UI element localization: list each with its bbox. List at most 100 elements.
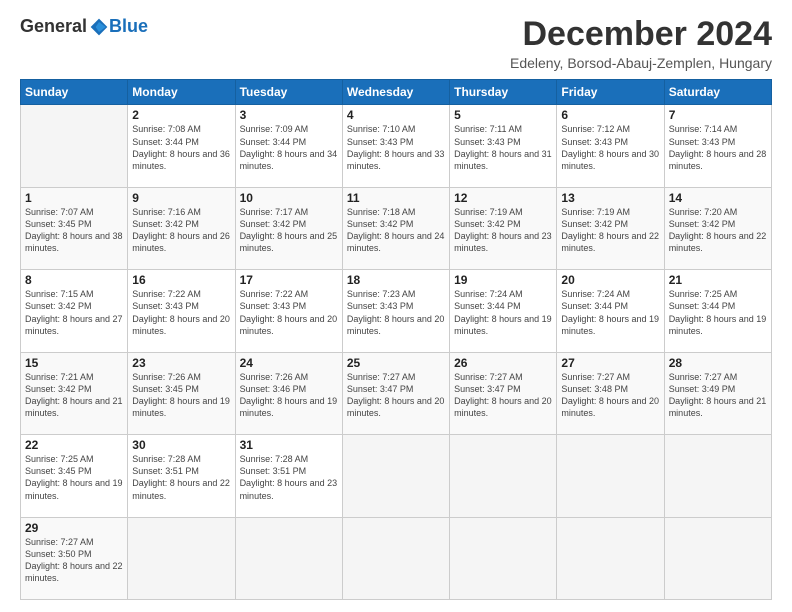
day-number: 20 <box>561 273 659 287</box>
day-info: Sunrise: 7:22 AMSunset: 3:43 PMDaylight:… <box>240 289 338 335</box>
table-row: 22 Sunrise: 7:25 AMSunset: 3:45 PMDaylig… <box>21 435 128 517</box>
day-info: Sunrise: 7:28 AMSunset: 3:51 PMDaylight:… <box>132 454 230 500</box>
day-info: Sunrise: 7:24 AMSunset: 3:44 PMDaylight:… <box>454 289 552 335</box>
table-row <box>557 517 664 600</box>
day-info: Sunrise: 7:15 AMSunset: 3:42 PMDaylight:… <box>25 289 123 335</box>
day-info: Sunrise: 7:27 AMSunset: 3:47 PMDaylight:… <box>454 372 552 418</box>
day-number: 10 <box>240 191 338 205</box>
table-row <box>21 105 128 187</box>
logo-general: General <box>20 16 87 37</box>
table-row: 1 Sunrise: 7:07 AMSunset: 3:45 PMDayligh… <box>21 187 128 269</box>
day-number: 8 <box>25 273 123 287</box>
table-row: 30 Sunrise: 7:28 AMSunset: 3:51 PMDaylig… <box>128 435 235 517</box>
day-info: Sunrise: 7:22 AMSunset: 3:43 PMDaylight:… <box>132 289 230 335</box>
day-info: Sunrise: 7:10 AMSunset: 3:43 PMDaylight:… <box>347 124 445 170</box>
table-row <box>664 435 771 517</box>
table-row <box>450 517 557 600</box>
title-block: December 2024 Edeleny, Borsod-Abauj-Zemp… <box>510 16 772 71</box>
table-row: 7 Sunrise: 7:14 AMSunset: 3:43 PMDayligh… <box>664 105 771 187</box>
day-number: 13 <box>561 191 659 205</box>
table-row: 27 Sunrise: 7:27 AMSunset: 3:48 PMDaylig… <box>557 352 664 434</box>
col-thursday: Thursday <box>450 80 557 105</box>
day-number: 29 <box>25 521 123 535</box>
page: General Blue December 2024 Edeleny, Bors… <box>0 0 792 612</box>
day-number: 30 <box>132 438 230 452</box>
day-info: Sunrise: 7:24 AMSunset: 3:44 PMDaylight:… <box>561 289 659 335</box>
day-number: 2 <box>132 108 230 122</box>
table-row: 26 Sunrise: 7:27 AMSunset: 3:47 PMDaylig… <box>450 352 557 434</box>
day-info: Sunrise: 7:14 AMSunset: 3:43 PMDaylight:… <box>669 124 767 170</box>
day-number: 5 <box>454 108 552 122</box>
day-info: Sunrise: 7:12 AMSunset: 3:43 PMDaylight:… <box>561 124 659 170</box>
day-number: 21 <box>669 273 767 287</box>
col-monday: Monday <box>128 80 235 105</box>
table-row <box>342 435 449 517</box>
table-row: 6 Sunrise: 7:12 AMSunset: 3:43 PMDayligh… <box>557 105 664 187</box>
day-number: 16 <box>132 273 230 287</box>
day-number: 19 <box>454 273 552 287</box>
day-info: Sunrise: 7:18 AMSunset: 3:42 PMDaylight:… <box>347 207 445 253</box>
table-row: 24 Sunrise: 7:26 AMSunset: 3:46 PMDaylig… <box>235 352 342 434</box>
table-row <box>128 517 235 600</box>
calendar-week-row: 29 Sunrise: 7:27 AMSunset: 3:50 PMDaylig… <box>21 517 772 600</box>
calendar-week-row: 15 Sunrise: 7:21 AMSunset: 3:42 PMDaylig… <box>21 352 772 434</box>
logo-blue: Blue <box>109 16 148 37</box>
day-info: Sunrise: 7:23 AMSunset: 3:43 PMDaylight:… <box>347 289 445 335</box>
day-info: Sunrise: 7:25 AMSunset: 3:44 PMDaylight:… <box>669 289 767 335</box>
table-row: 20 Sunrise: 7:24 AMSunset: 3:44 PMDaylig… <box>557 270 664 352</box>
table-row: 16 Sunrise: 7:22 AMSunset: 3:43 PMDaylig… <box>128 270 235 352</box>
col-tuesday: Tuesday <box>235 80 342 105</box>
day-number: 18 <box>347 273 445 287</box>
day-info: Sunrise: 7:07 AMSunset: 3:45 PMDaylight:… <box>25 207 123 253</box>
day-number: 7 <box>669 108 767 122</box>
table-row: 8 Sunrise: 7:15 AMSunset: 3:42 PMDayligh… <box>21 270 128 352</box>
table-row <box>342 517 449 600</box>
day-info: Sunrise: 7:20 AMSunset: 3:42 PMDaylight:… <box>669 207 767 253</box>
day-info: Sunrise: 7:25 AMSunset: 3:45 PMDaylight:… <box>25 454 123 500</box>
table-row <box>235 517 342 600</box>
day-info: Sunrise: 7:27 AMSunset: 3:49 PMDaylight:… <box>669 372 767 418</box>
table-row: 15 Sunrise: 7:21 AMSunset: 3:42 PMDaylig… <box>21 352 128 434</box>
day-info: Sunrise: 7:26 AMSunset: 3:45 PMDaylight:… <box>132 372 230 418</box>
main-title: December 2024 <box>510 16 772 53</box>
table-row: 10 Sunrise: 7:17 AMSunset: 3:42 PMDaylig… <box>235 187 342 269</box>
table-row <box>557 435 664 517</box>
col-sunday: Sunday <box>21 80 128 105</box>
table-row: 19 Sunrise: 7:24 AMSunset: 3:44 PMDaylig… <box>450 270 557 352</box>
table-row: 13 Sunrise: 7:19 AMSunset: 3:42 PMDaylig… <box>557 187 664 269</box>
calendar-header-row: Sunday Monday Tuesday Wednesday Thursday… <box>21 80 772 105</box>
table-row: 5 Sunrise: 7:11 AMSunset: 3:43 PMDayligh… <box>450 105 557 187</box>
day-info: Sunrise: 7:08 AMSunset: 3:44 PMDaylight:… <box>132 124 230 170</box>
table-row: 4 Sunrise: 7:10 AMSunset: 3:43 PMDayligh… <box>342 105 449 187</box>
table-row <box>664 517 771 600</box>
header: General Blue December 2024 Edeleny, Bors… <box>20 16 772 71</box>
day-info: Sunrise: 7:19 AMSunset: 3:42 PMDaylight:… <box>561 207 659 253</box>
day-number: 3 <box>240 108 338 122</box>
day-info: Sunrise: 7:26 AMSunset: 3:46 PMDaylight:… <box>240 372 338 418</box>
day-info: Sunrise: 7:09 AMSunset: 3:44 PMDaylight:… <box>240 124 338 170</box>
table-row: 23 Sunrise: 7:26 AMSunset: 3:45 PMDaylig… <box>128 352 235 434</box>
day-info: Sunrise: 7:27 AMSunset: 3:50 PMDaylight:… <box>25 537 123 583</box>
day-number: 24 <box>240 356 338 370</box>
table-row: 17 Sunrise: 7:22 AMSunset: 3:43 PMDaylig… <box>235 270 342 352</box>
subtitle: Edeleny, Borsod-Abauj-Zemplen, Hungary <box>510 55 772 71</box>
day-number: 1 <box>25 191 123 205</box>
table-row: 21 Sunrise: 7:25 AMSunset: 3:44 PMDaylig… <box>664 270 771 352</box>
table-row: 18 Sunrise: 7:23 AMSunset: 3:43 PMDaylig… <box>342 270 449 352</box>
day-number: 9 <box>132 191 230 205</box>
table-row: 28 Sunrise: 7:27 AMSunset: 3:49 PMDaylig… <box>664 352 771 434</box>
col-saturday: Saturday <box>664 80 771 105</box>
day-info: Sunrise: 7:27 AMSunset: 3:48 PMDaylight:… <box>561 372 659 418</box>
day-number: 25 <box>347 356 445 370</box>
day-number: 27 <box>561 356 659 370</box>
logo-icon <box>89 17 109 37</box>
table-row <box>450 435 557 517</box>
day-info: Sunrise: 7:17 AMSunset: 3:42 PMDaylight:… <box>240 207 338 253</box>
day-info: Sunrise: 7:11 AMSunset: 3:43 PMDaylight:… <box>454 124 552 170</box>
table-row: 25 Sunrise: 7:27 AMSunset: 3:47 PMDaylig… <box>342 352 449 434</box>
day-info: Sunrise: 7:27 AMSunset: 3:47 PMDaylight:… <box>347 372 445 418</box>
day-info: Sunrise: 7:19 AMSunset: 3:42 PMDaylight:… <box>454 207 552 253</box>
day-number: 26 <box>454 356 552 370</box>
col-wednesday: Wednesday <box>342 80 449 105</box>
table-row: 31 Sunrise: 7:28 AMSunset: 3:51 PMDaylig… <box>235 435 342 517</box>
